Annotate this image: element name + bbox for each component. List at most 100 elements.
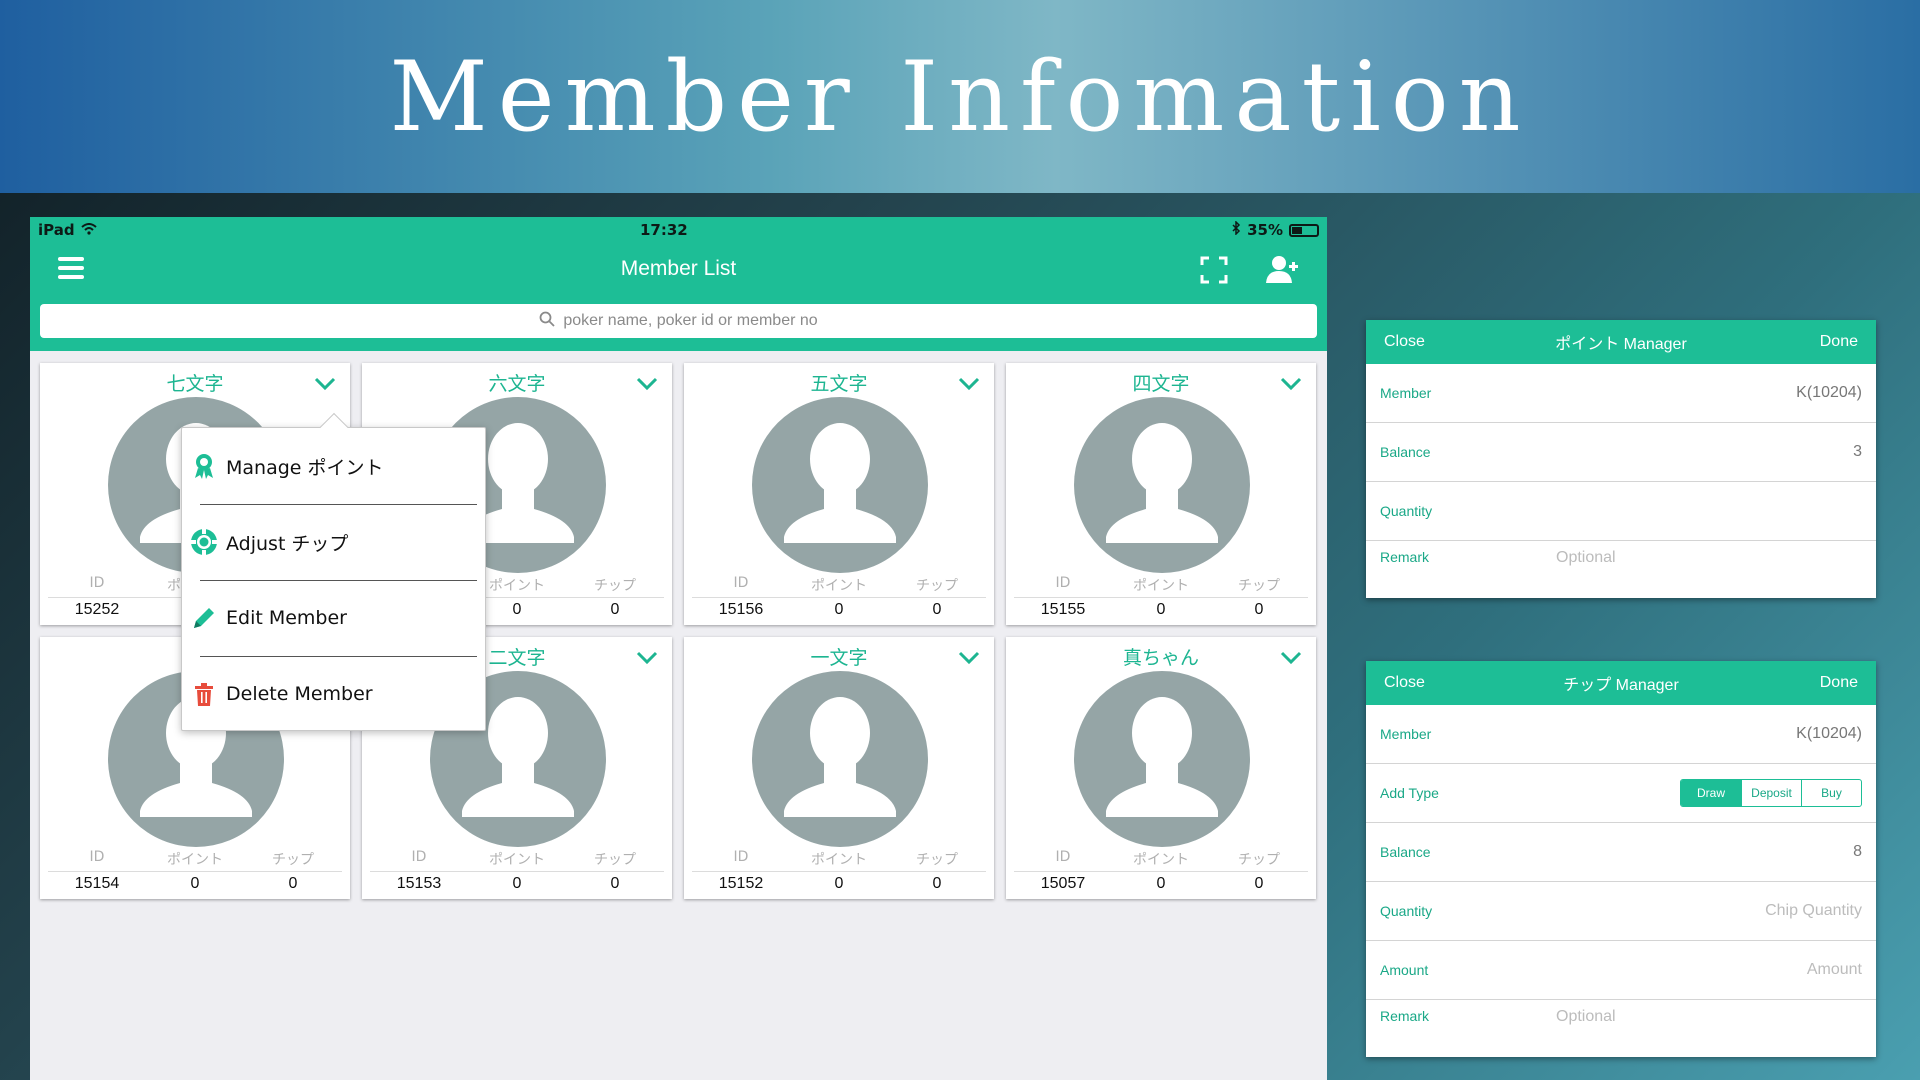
chip-label: チップ: [594, 578, 636, 594]
avatar: [1074, 397, 1250, 573]
balance-label: Balance: [1380, 444, 1431, 460]
balance-value: 8: [1853, 843, 1862, 860]
trash-icon: [195, 683, 213, 706]
close-button[interactable]: Close: [1384, 333, 1425, 351]
amount-field[interactable]: Amount Amount: [1366, 941, 1876, 1000]
done-button[interactable]: Done: [1820, 674, 1858, 692]
chevron-down-icon[interactable]: [314, 377, 336, 391]
member-stats: ID ポイント チップ 15152 0 0: [692, 849, 986, 893]
amount-placeholder: Amount: [1806, 961, 1862, 978]
menu-item-label: Delete Member: [226, 683, 373, 705]
member-chip: 0: [932, 875, 942, 892]
chevron-down-icon[interactable]: [1280, 377, 1302, 391]
add-type-deposit[interactable]: Deposit: [1741, 780, 1801, 806]
member-label: Member: [1380, 726, 1432, 742]
person-silhouette-icon: [1106, 697, 1218, 817]
id-label: ID: [89, 575, 105, 591]
chevron-down-icon[interactable]: [958, 651, 980, 665]
member-card[interactable]: 五文字 ID ポイント チップ 15156 0 0: [684, 363, 994, 625]
add-type-segmented-control[interactable]: Draw Deposit Buy: [1680, 779, 1862, 807]
add-user-icon[interactable]: [1266, 254, 1298, 284]
person-silhouette-icon: [1106, 423, 1218, 543]
menu-item-edit-member[interactable]: Edit Member: [182, 580, 485, 656]
member-chip: 0: [288, 875, 298, 892]
add-type-row: Add Type Draw Deposit Buy: [1366, 764, 1876, 823]
quantity-label: Quantity: [1380, 903, 1433, 919]
member-name: 四文字: [1132, 373, 1190, 395]
avatar: [752, 671, 928, 847]
balance-row: Balance 3: [1366, 423, 1876, 482]
avatar: [752, 397, 928, 573]
member-chip: 0: [1254, 601, 1264, 618]
add-type-buy[interactable]: Buy: [1801, 780, 1861, 806]
search-placeholder: poker name, poker id or member no: [563, 312, 818, 329]
member-name: 六文字: [488, 373, 546, 395]
member-card[interactable]: 四文字 ID ポイント チップ 15155 0 0: [1006, 363, 1316, 625]
chevron-down-icon[interactable]: [636, 377, 658, 391]
balance-label: Balance: [1380, 844, 1431, 860]
balance-value: 3: [1853, 443, 1862, 460]
poker-chip-icon: [191, 529, 217, 555]
remark-field[interactable]: Remark Optional: [1366, 1000, 1876, 1057]
ipad-screen: iPad 17:32 35% Member List poker name, p…: [30, 217, 1327, 1080]
member-id: 15152: [718, 875, 764, 892]
id-label: ID: [733, 575, 749, 591]
member-point: 0: [834, 875, 844, 892]
menu-item-adjust-chip[interactable]: Adjust チップ: [182, 504, 485, 580]
remark-placeholder: Optional: [1556, 549, 1616, 566]
member-row: Member K(10204): [1366, 705, 1876, 764]
menu-item-label: Edit Member: [226, 607, 347, 629]
amount-label: Amount: [1380, 962, 1429, 978]
remark-field[interactable]: Remark Optional: [1366, 541, 1876, 598]
member-name: 七文字: [166, 373, 224, 395]
add-type-label: Add Type: [1380, 785, 1439, 801]
balance-row: Balance 8: [1366, 823, 1876, 882]
member-value: K(10204): [1796, 384, 1862, 401]
done-button[interactable]: Done: [1820, 333, 1858, 351]
quantity-field[interactable]: Quantity Chip Quantity: [1366, 882, 1876, 941]
panel-header: Close チップ Manager Done: [1366, 661, 1876, 705]
close-button[interactable]: Close: [1384, 674, 1425, 692]
point-manager-panel: Close ポイント Manager Done Member K(10204) …: [1366, 320, 1876, 598]
panel-header: Close ポイント Manager Done: [1366, 320, 1876, 364]
member-value: K(10204): [1796, 725, 1862, 742]
member-chip: 0: [932, 601, 942, 618]
member-row: Member K(10204): [1366, 364, 1876, 423]
chevron-down-icon[interactable]: [958, 377, 980, 391]
member-chip: 0: [610, 601, 620, 618]
chevron-down-icon[interactable]: [1280, 651, 1302, 665]
menu-item-label: Adjust チップ: [226, 532, 349, 555]
member-stats: ID ポイント チップ 15155 0 0: [1014, 575, 1308, 619]
wifi-icon: [80, 221, 97, 239]
member-id: 15154: [74, 875, 120, 892]
member-point: 0: [834, 601, 844, 618]
member-card[interactable]: 一文字 ID ポイント チップ 15152 0 0: [684, 637, 994, 899]
point-label: ポイント: [167, 852, 223, 868]
menu-item-manage-point[interactable]: Manage ポイント: [182, 428, 485, 504]
hamburger-menu-icon[interactable]: [58, 257, 84, 279]
member-id: 15252: [74, 601, 120, 618]
remark-placeholder: Optional: [1556, 1008, 1616, 1025]
point-label: ポイント: [1133, 578, 1189, 594]
chevron-down-icon[interactable]: [636, 651, 658, 665]
point-label: ポイント: [1133, 852, 1189, 868]
navigation-bar: Member List: [30, 243, 1327, 295]
member-card[interactable]: 真ちゃん ID ポイント チップ 15057 0 0: [1006, 637, 1316, 899]
member-point: 0: [190, 875, 200, 892]
search-input[interactable]: poker name, poker id or member no: [40, 304, 1317, 338]
panel-title: チップ Manager: [1563, 677, 1679, 694]
member-id: 15057: [1040, 875, 1086, 892]
member-stats: ID ポイント チップ 15156 0 0: [692, 575, 986, 619]
menu-item-delete-member[interactable]: Delete Member: [182, 656, 485, 732]
bluetooth-icon: [1231, 220, 1241, 239]
add-type-draw[interactable]: Draw: [1681, 780, 1741, 806]
status-bar: iPad 17:32 35%: [30, 217, 1327, 243]
member-id: 15153: [396, 875, 442, 892]
quantity-field[interactable]: Quantity: [1366, 482, 1876, 541]
scan-icon[interactable]: [1200, 256, 1228, 284]
search-icon: [539, 311, 555, 332]
person-silhouette-icon: [784, 423, 896, 543]
chip-label: チップ: [916, 578, 958, 594]
chip-label: チップ: [594, 852, 636, 868]
chip-label: チップ: [916, 852, 958, 868]
